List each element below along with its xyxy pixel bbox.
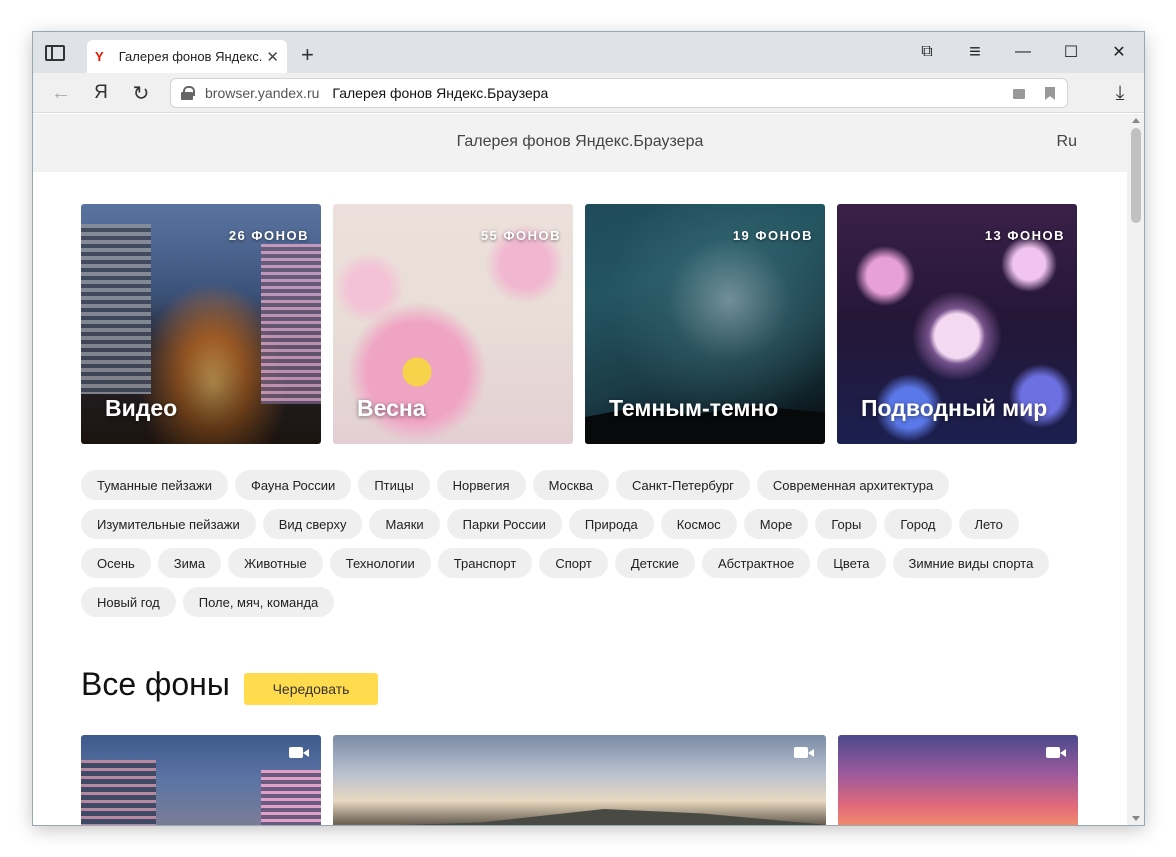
tab-title: Галерея фонов Яндекс.Бра <box>118 49 263 64</box>
tag-chip[interactable]: Спорт <box>539 548 608 578</box>
background-grid <box>81 735 1078 825</box>
tabs-manager-icon[interactable]: ⧉ <box>909 38 945 66</box>
tag-chip[interactable]: Детские <box>614 548 695 578</box>
tag-chip[interactable]: Туманные пейзажи <box>81 470 228 500</box>
tag-chip[interactable]: Современная архитектура <box>756 470 950 500</box>
tag-chip[interactable]: Маяки <box>369 509 440 539</box>
scroll-down-arrow-icon[interactable] <box>1132 816 1140 821</box>
tag-chip[interactable]: Норвегия <box>436 470 526 500</box>
tag-chip[interactable]: Абстрактное <box>701 548 811 578</box>
collection-card-video[interactable]: 26 ФОНОВ Видео <box>81 204 321 444</box>
tag-chip[interactable]: Природа <box>568 509 654 539</box>
lock-icon[interactable] <box>181 86 195 100</box>
tag-chip[interactable]: Зима <box>157 548 222 578</box>
tab-close-icon[interactable]: ✕ <box>266 48 279 66</box>
address-toolbar: ← Я ↻ browser.yandex.ru Галерея фонов Ян… <box>33 73 1144 113</box>
page-header: Галерея фонов Яндекс.Браузера Ru <box>33 114 1127 172</box>
tag-chip[interactable]: Парки России <box>446 509 562 539</box>
language-switch[interactable]: Ru <box>1057 133 1077 151</box>
tag-chip[interactable]: Осень <box>81 548 151 578</box>
tag-chip[interactable]: Вид сверху <box>262 509 363 539</box>
tab-active[interactable]: Y Галерея фонов Яндекс.Бра ✕ <box>87 40 287 73</box>
tag-chip[interactable]: Город <box>884 509 952 539</box>
tag-chip[interactable]: Москва <box>532 470 609 500</box>
tab-strip: Y Галерея фонов Яндекс.Бра ✕ + ⧉ ≡ — ☐ ✕ <box>33 32 1144 73</box>
collection-card-dark[interactable]: 19 ФОНОВ Темным-темно <box>585 204 825 444</box>
menu-icon[interactable]: ≡ <box>957 38 993 66</box>
tag-list: Туманные пейзажи Фауна России Птицы Норвеги… <box>81 470 1071 617</box>
collection-name: Весна <box>357 395 426 421</box>
tag-chip[interactable]: Технологии <box>329 548 431 578</box>
shuffle-button[interactable]: Чередовать <box>244 673 378 705</box>
tag-chip[interactable]: Птицы <box>358 470 430 500</box>
background-thumbnail[interactable] <box>81 735 321 825</box>
tag-chip[interactable]: Фауна России <box>234 470 352 500</box>
scroll-thumb[interactable] <box>1131 128 1141 223</box>
collection-count: 55 ФОНОВ <box>480 228 561 243</box>
tag-chip[interactable]: Море <box>743 509 809 539</box>
yandex-favicon-icon: Y <box>95 49 104 64</box>
download-icon[interactable]: ⤓ <box>1110 82 1130 104</box>
all-backgrounds-heading: Все фоны <box>81 666 230 702</box>
new-tab-button[interactable]: + <box>301 42 314 68</box>
tag-chip[interactable]: Транспорт <box>437 548 533 578</box>
address-page-title: Галерея фонов Яндекс.Браузера <box>332 85 549 101</box>
tag-chip[interactable]: Лето <box>958 509 1019 539</box>
address-domain: browser.yandex.ru <box>205 85 320 101</box>
tag-chip[interactable]: Новый год <box>81 587 176 617</box>
tag-chip[interactable]: Зимние виды спорта <box>892 548 1050 578</box>
address-bar[interactable]: browser.yandex.ru Галерея фонов Яндекс.Б… <box>170 78 1068 108</box>
collection-count: 19 ФОНОВ <box>732 228 813 243</box>
video-camera-icon <box>1046 747 1066 758</box>
tag-chip[interactable]: Животные <box>228 548 323 578</box>
tag-chip[interactable]: Изумительные пейзажи <box>81 509 256 539</box>
tag-chip[interactable]: Космос <box>660 509 737 539</box>
scroll-up-arrow-icon[interactable] <box>1132 118 1140 123</box>
collection-card-underwater[interactable]: 13 ФОНОВ Подводный мир <box>837 204 1077 444</box>
page-title: Галерея фонов Яндекс.Браузера <box>456 133 704 150</box>
collection-card-spring[interactable]: 55 ФОНОВ Весна <box>333 204 573 444</box>
minimize-button[interactable]: — <box>1005 38 1041 66</box>
bookmark-icon[interactable] <box>1045 87 1055 100</box>
yandex-logo-icon[interactable]: Я <box>89 81 113 105</box>
collection-name: Темным-темно <box>609 395 779 421</box>
collection-count: 26 ФОНОВ <box>228 228 309 243</box>
collection-name: Видео <box>105 395 178 421</box>
collections: 26 ФОНОВ Видео 55 ФОНОВ Весна 19 ФОНОВ Т… <box>81 204 1077 444</box>
tag-chip[interactable]: Санкт-Петербург <box>615 470 750 500</box>
close-window-button[interactable]: ✕ <box>1101 38 1137 66</box>
vertical-scrollbar[interactable] <box>1127 114 1144 825</box>
back-arrow-icon[interactable]: ← <box>49 81 73 105</box>
video-camera-icon <box>289 747 309 758</box>
chat-icon[interactable] <box>1013 89 1025 99</box>
sidebar-toggle-icon[interactable] <box>45 45 65 61</box>
maximize-button[interactable]: ☐ <box>1053 38 1089 66</box>
reload-icon[interactable]: ↻ <box>129 81 153 105</box>
background-thumbnail[interactable] <box>838 735 1078 825</box>
collection-count: 13 ФОНОВ <box>984 228 1065 243</box>
page-content: Галерея фонов Яндекс.Браузера Ru 26 ФОНО… <box>33 114 1127 825</box>
collection-name: Подводный мир <box>861 395 1048 421</box>
tag-chip[interactable]: Цвета <box>817 548 886 578</box>
tag-chip[interactable]: Поле, мяч, команда <box>182 587 335 617</box>
tag-chip[interactable]: Горы <box>815 509 878 539</box>
background-thumbnail[interactable] <box>333 735 826 825</box>
browser-window: Y Галерея фонов Яндекс.Бра ✕ + ⧉ ≡ — ☐ ✕… <box>33 32 1144 825</box>
video-camera-icon <box>794 747 814 758</box>
